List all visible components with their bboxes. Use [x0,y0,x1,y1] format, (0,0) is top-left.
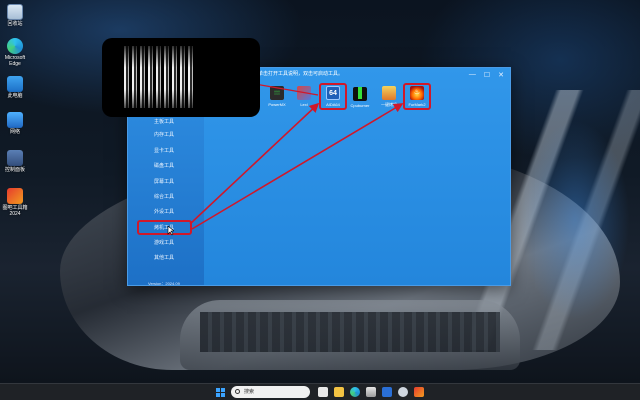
mouse-cursor-icon [167,226,174,236]
store-icon[interactable] [366,387,376,397]
desktop-icon-edge[interactable]: Microsoft Edge [0,38,30,67]
tool-powermx[interactable]: ▒▒ PowerMX [264,86,290,107]
sidebar-item-disk[interactable]: 磁盘工具 [153,163,197,170]
recycle-bin-icon [7,4,23,20]
tool-label: Lexl [300,102,308,107]
desktop-icon-recycle-bin[interactable]: 回收站 [0,4,30,27]
sidebar-item-motherboard[interactable]: 主板工具 [153,119,197,126]
computer-icon [7,76,23,92]
sidebar-item-peripheral[interactable]: 外设工具 [153,209,197,216]
desktop-icon-label: 图吧工具箱 2024 [2,205,28,217]
aida64-icon: 64 [326,86,340,100]
tool-label: FurMark2 [408,102,426,107]
close-button[interactable]: ✕ [498,71,504,79]
search-placeholder: 搜索 [244,389,255,395]
tool-label: 一键烤机 [381,102,397,107]
search-icon [235,389,240,394]
powermx-icon: ▒▒ [270,86,284,100]
tool-one-key-burn[interactable]: 一键烤机 [376,86,402,107]
tool-label: PowerMX [268,102,286,107]
minimize-button[interactable]: — [469,71,476,79]
sidebar-item-game[interactable]: 游戏工具 [153,240,197,247]
logo-barcode-graphic [124,46,194,108]
tool-label: Cpuburner [350,103,370,108]
taskbar-widgets-icon[interactable] [318,387,328,397]
sidebar-item-memory[interactable]: 内存工具 [153,132,197,139]
settings-gear-icon[interactable] [398,387,408,397]
taskbar: 搜索 [0,383,640,400]
tool-lexl[interactable]: Lexl [291,86,317,107]
furmark-icon: ♨ [410,86,424,100]
control-panel-icon [7,150,23,166]
network-icon [7,112,23,128]
sidebar-item-general[interactable]: 综合工具 [153,194,197,201]
desktop-icon-this-pc[interactable]: 此电脑 [0,76,30,99]
desktop-icon-network[interactable]: 网络 [0,112,30,135]
sidebar-item-screen[interactable]: 屏幕工具 [153,179,197,186]
mail-icon[interactable] [382,387,392,397]
usage-hint: 单击打开工具说明，双击可启动工具。 [258,71,344,77]
desktop-icon-label: 网络 [9,129,20,135]
toolbox-icon [7,188,23,204]
wallpaper-car-grill [200,312,500,352]
tool-aida64[interactable]: 64 AIDA64 [320,86,346,107]
desktop-icon-label: 此电脑 [7,93,23,99]
edge-taskbar-icon[interactable] [350,387,360,397]
toolbox-taskbar-icon[interactable] [414,387,424,397]
taskbar-search-box[interactable]: 搜索 [231,386,310,398]
redacted-logo-block [102,38,260,117]
sidebar-item-gpu[interactable]: 显卡工具 [153,148,197,155]
desktop-icon-toolbox[interactable]: 图吧工具箱 2024 [0,188,30,217]
desktop-icon-label: 回收站 [7,21,23,27]
maximize-button[interactable]: ☐ [484,71,490,79]
edge-icon [7,38,23,54]
cpuburner-icon [353,87,367,101]
wallpaper-glow [520,120,630,320]
windows-start-icon[interactable] [216,388,225,397]
tool-label: AIDA64 [326,102,340,107]
window-controls: — ☐ ✕ [469,71,504,79]
sidebar-item-other[interactable]: 其他工具 [153,255,197,262]
desktop-icon-label: 控制面板 [4,167,25,173]
sidebar-item-burn-in[interactable]: 烤机工具 [153,225,197,232]
desktop-icon-label: Microsoft Edge [4,55,26,67]
tool-furmark2[interactable]: ♨ FurMark2 [404,86,430,107]
tool-cpuburner[interactable]: Cpuburner [347,86,373,108]
lexl-icon [297,86,311,100]
desktop-icon-control-panel[interactable]: 控制面板 [0,150,30,173]
file-explorer-icon[interactable] [334,387,344,397]
one-key-burn-icon [382,86,396,100]
version-label: Version：2024.09 [148,281,180,286]
